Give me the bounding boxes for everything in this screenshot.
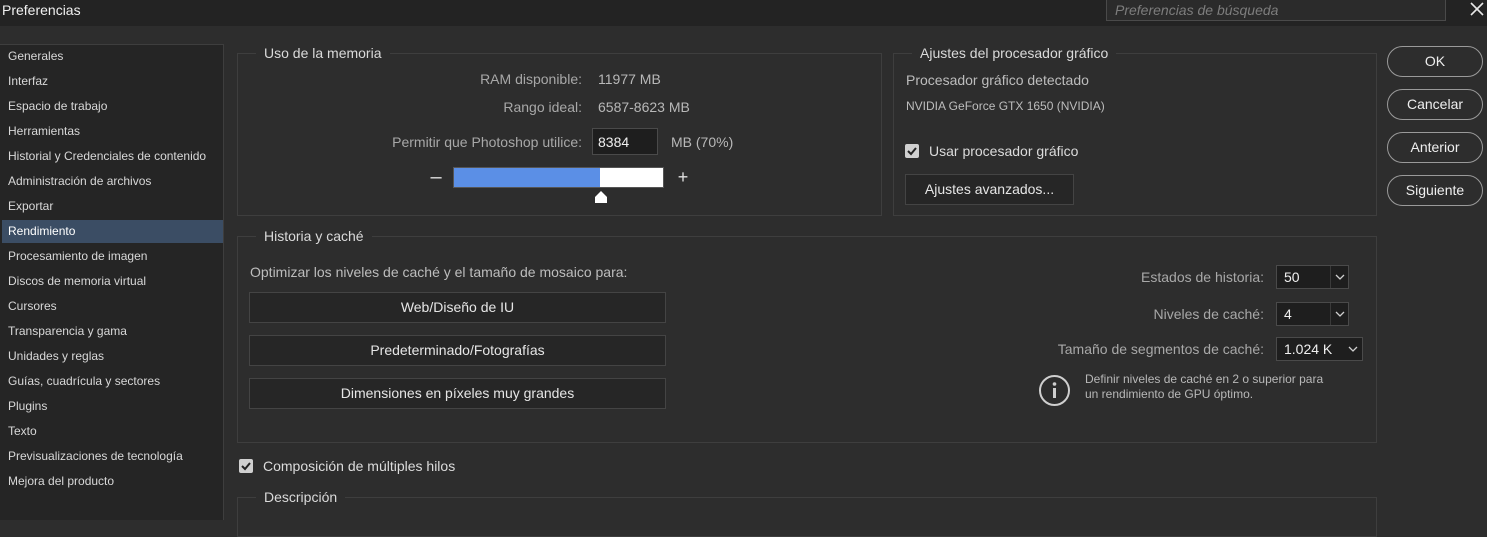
ram-available-label: RAM disponible: bbox=[480, 71, 582, 87]
sidebar-item-plugins[interactable]: Plugins bbox=[2, 395, 223, 418]
memory-unit-label: MB (70%) bbox=[671, 134, 734, 150]
decrease-memory-button[interactable]: – bbox=[428, 166, 444, 188]
history-states-value: 50 bbox=[1284, 269, 1300, 285]
sidebar-item-historial[interactable]: Historial y Credenciales de contenido bbox=[2, 145, 223, 168]
ram-available-value: 11977 MB bbox=[598, 71, 661, 87]
ok-button[interactable]: OK bbox=[1387, 46, 1483, 77]
huge-pixel-dimensions-button[interactable]: Dimensiones en píxeles muy grandes bbox=[249, 378, 666, 409]
sidebar-item-mejora-producto[interactable]: Mejora del producto bbox=[2, 470, 223, 493]
cache-tile-size-value: 1.024 K bbox=[1284, 341, 1333, 357]
next-button[interactable]: Siguiente bbox=[1387, 175, 1483, 206]
memory-slider-thumb[interactable] bbox=[594, 191, 608, 204]
window-title: Preferencias bbox=[2, 2, 81, 18]
checkmark-icon bbox=[241, 462, 251, 471]
description-title: Descripción bbox=[256, 489, 346, 505]
multithread-checkbox[interactable] bbox=[239, 459, 253, 473]
cache-tile-size-label: Tamaño de segmentos de caché: bbox=[1057, 341, 1264, 357]
gpu-name: NVIDIA GeForce GTX 1650 (NVIDIA) bbox=[906, 99, 1105, 113]
sidebar-item-unidades-reglas[interactable]: Unidades y reglas bbox=[2, 345, 223, 368]
history-cache-title: Historia y caché bbox=[256, 228, 372, 244]
cache-tile-size-select[interactable]: 1.024 K bbox=[1276, 337, 1363, 361]
allow-photoshop-label: Permitir que Photoshop utilice: bbox=[392, 134, 582, 150]
multithread-label: Composición de múltiples hilos bbox=[263, 458, 456, 474]
cache-info-text: Definir niveles de caché en 2 o superior… bbox=[1085, 372, 1324, 401]
increase-memory-button[interactable]: + bbox=[675, 166, 691, 188]
sidebar-item-generales[interactable]: Generales bbox=[2, 45, 223, 68]
sidebar-item-cursores[interactable]: Cursores bbox=[2, 295, 223, 318]
optimize-label: Optimizar los niveles de caché y el tama… bbox=[250, 264, 628, 280]
memory-slider-fill bbox=[454, 168, 601, 187]
sidebar-item-exportar[interactable]: Exportar bbox=[2, 195, 223, 218]
chevron-down-icon bbox=[1330, 303, 1348, 325]
sidebar-item-procesamiento-imagen[interactable]: Procesamiento de imagen bbox=[2, 245, 223, 268]
sidebar-item-texto[interactable]: Texto bbox=[2, 420, 223, 443]
memory-usage-title: Uso de la memoria bbox=[256, 45, 390, 61]
history-states-label: Estados de historia: bbox=[1141, 269, 1264, 285]
cancel-button[interactable]: Cancelar bbox=[1387, 89, 1483, 120]
previous-button[interactable]: Anterior bbox=[1387, 132, 1483, 163]
info-icon bbox=[1038, 374, 1071, 407]
default-photos-button[interactable]: Predeterminado/Fotografías bbox=[249, 335, 666, 366]
sidebar-item-rendimiento[interactable]: Rendimiento bbox=[2, 220, 223, 243]
web-ui-design-button[interactable]: Web/Diseño de IU bbox=[249, 292, 666, 323]
sidebar-item-previsualizaciones[interactable]: Previsualizaciones de tecnología bbox=[2, 445, 223, 468]
sidebar-item-discos-memoria-virtual[interactable]: Discos de memoria virtual bbox=[2, 270, 223, 293]
sidebar-item-transparencia-gama[interactable]: Transparencia y gama bbox=[2, 320, 223, 343]
history-states-select[interactable]: 50 bbox=[1276, 265, 1349, 289]
gpu-detected-label: Procesador gráfico detectado bbox=[906, 72, 1089, 88]
chevron-down-icon bbox=[1330, 266, 1348, 288]
checkmark-icon bbox=[907, 147, 917, 156]
cache-levels-select[interactable]: 4 bbox=[1276, 302, 1349, 326]
gpu-settings-title: Ajustes del procesador gráfico bbox=[912, 45, 1117, 61]
slider-thumb-icon bbox=[595, 191, 607, 203]
use-gpu-label: Usar procesador gráfico bbox=[929, 143, 1079, 159]
sidebar-item-guias[interactable]: Guías, cuadrícula y sectores bbox=[2, 370, 223, 393]
memory-amount-input[interactable] bbox=[592, 128, 658, 155]
chevron-down-icon bbox=[1344, 338, 1362, 360]
sidebar-item-herramientas[interactable]: Herramientas bbox=[2, 120, 223, 143]
preferences-search-input[interactable] bbox=[1106, 0, 1446, 21]
sidebar-item-administracion-archivos[interactable]: Administración de archivos bbox=[2, 170, 223, 193]
cache-levels-value: 4 bbox=[1284, 306, 1292, 322]
sidebar-item-espacio-de-trabajo[interactable]: Espacio de trabajo bbox=[2, 95, 223, 118]
close-icon bbox=[1470, 2, 1484, 16]
memory-slider-track[interactable] bbox=[453, 167, 664, 188]
sidebar-item-interfaz[interactable]: Interfaz bbox=[2, 70, 223, 93]
advanced-settings-button[interactable]: Ajustes avanzados... bbox=[905, 174, 1074, 205]
cache-levels-label: Niveles de caché: bbox=[1153, 306, 1264, 322]
description-group bbox=[237, 497, 1377, 537]
ideal-range-label: Rango ideal: bbox=[503, 99, 582, 115]
use-gpu-checkbox[interactable] bbox=[905, 144, 919, 158]
ideal-range-value: 6587-8623 MB bbox=[598, 99, 690, 115]
close-button[interactable] bbox=[1470, 2, 1487, 22]
